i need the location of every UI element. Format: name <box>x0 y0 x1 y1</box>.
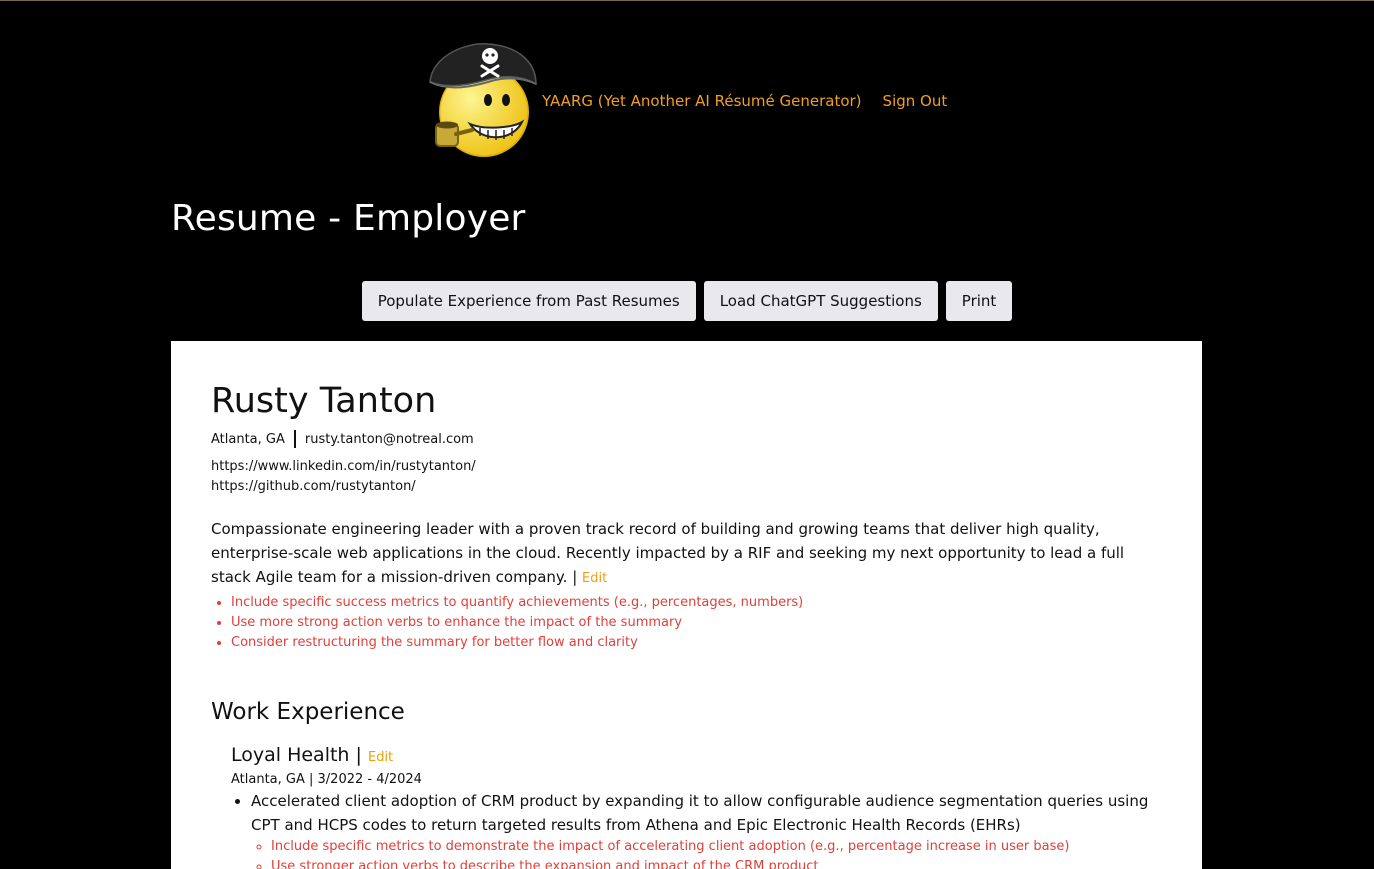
suggestion-item: Include specific metrics to demonstrate … <box>271 837 1161 857</box>
github-url: https://github.com/rustytanton/ <box>211 479 416 494</box>
job-edit-link[interactable]: Edit <box>368 750 393 765</box>
load-suggestions-button[interactable]: Load ChatGPT Suggestions <box>703 281 938 321</box>
resume-name: Rusty Tanton <box>211 381 437 421</box>
job-pipe: | <box>355 744 362 766</box>
summary-suggestions: Include specific success metrics to quan… <box>211 593 1162 653</box>
resume-paper: Rusty Tanton Atlanta, GA rusty.tanton@no… <box>171 341 1202 869</box>
sign-out-link[interactable]: Sign Out <box>883 92 948 110</box>
linkedin-url: https://www.linkedin.com/in/rustytanton/ <box>211 459 476 474</box>
employer-name: Loyal Health <box>231 744 350 766</box>
contact-line: Atlanta, GA rusty.tanton@notreal.com <box>211 430 1162 448</box>
summary: Compassionate engineering leader with a … <box>211 517 1161 591</box>
top-border <box>0 0 1374 1</box>
email: rusty.tanton@notreal.com <box>304 431 474 447</box>
job-entry: Loyal Health | Edit Atlanta, GA | 3/2022… <box>231 743 1162 869</box>
location: Atlanta, GA <box>211 431 285 447</box>
contact-divider <box>293 430 296 448</box>
suggestion-item: Use more strong action verbs to enhance … <box>231 613 1162 633</box>
populate-experience-button[interactable]: Populate Experience from Past Resumes <box>361 281 696 321</box>
page-title: Resume - Employer <box>171 198 526 239</box>
app-title-link[interactable]: YAARG (Yet Another AI Résumé Generator) <box>542 92 862 110</box>
suggestion-item: Include specific success metrics to quan… <box>231 593 1162 613</box>
suggestion-item: Use stronger action verbs to describe th… <box>271 857 1161 869</box>
summary-edit-link[interactable]: Edit <box>582 571 607 586</box>
job-title-row: Loyal Health | Edit <box>231 743 1162 770</box>
profile-links: https://www.linkedin.com/in/rustytanton/… <box>211 457 1162 497</box>
job-meta: Atlanta, GA | 3/2022 - 4/2024 <box>231 772 422 787</box>
suggestion-item: Consider restructuring the summary for b… <box>231 633 1162 653</box>
toolbar: Populate Experience from Past Resumes Lo… <box>0 281 1374 321</box>
bullet-suggestions: Include specific metrics to demonstrate … <box>251 837 1161 869</box>
summary-pipe: | <box>572 568 578 586</box>
job-bullets: Accelerated client adoption of CRM produ… <box>231 789 1162 869</box>
job-bullet-text: Accelerated client adoption of CRM produ… <box>251 792 1149 834</box>
job-bullet: Accelerated client adoption of CRM produ… <box>251 789 1161 869</box>
pirate-smiley-logo <box>429 43 537 157</box>
print-button[interactable]: Print <box>945 281 1013 321</box>
summary-text: Compassionate engineering leader with a … <box>211 520 1125 586</box>
app-header: YAARG (Yet Another AI Résumé Generator) … <box>426 42 964 160</box>
work-experience-heading: Work Experience <box>211 699 405 725</box>
